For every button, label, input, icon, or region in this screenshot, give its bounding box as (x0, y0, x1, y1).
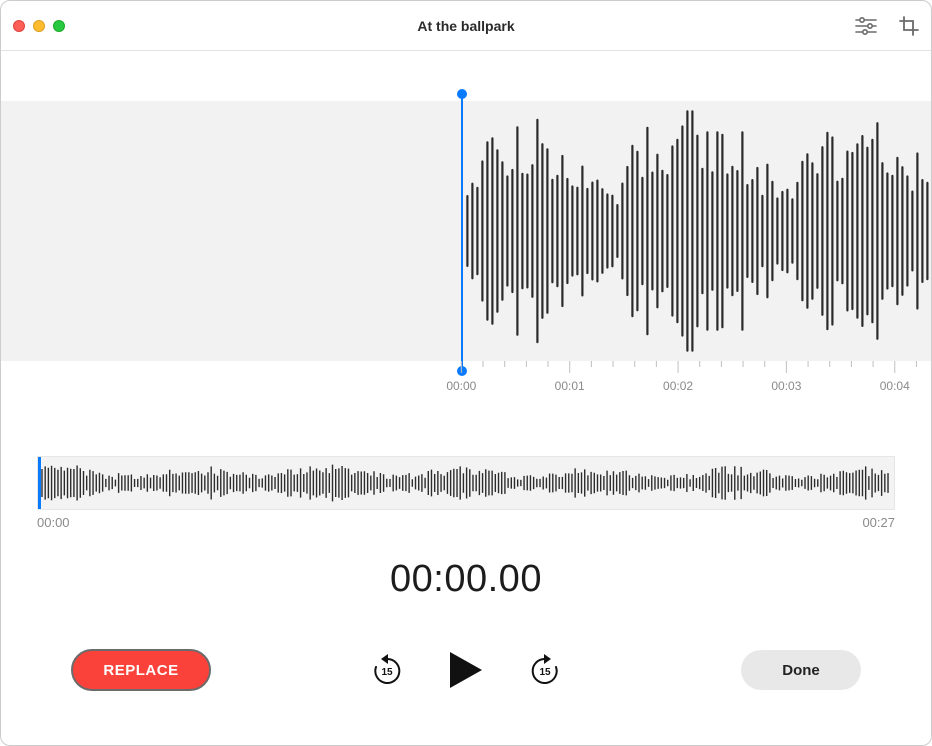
overview-area: 00:00 00:27 (1, 456, 931, 530)
ruler-label: 00:04 (880, 379, 910, 393)
overview-start-time: 00:00 (37, 515, 70, 530)
ruler-label: 00:00 (446, 379, 476, 393)
toolbar-right (855, 16, 919, 36)
replace-button[interactable]: REPLACE (71, 649, 211, 691)
skip-back-15-button[interactable]: 15 (370, 653, 404, 687)
close-window-button[interactable] (13, 20, 25, 32)
overview-time-labels: 00:00 00:27 (37, 515, 895, 530)
crop-icon[interactable] (899, 16, 919, 36)
overview-end-time: 00:27 (862, 515, 895, 530)
playhead[interactable] (461, 95, 463, 370)
ruler-label: 00:02 (663, 379, 693, 393)
minimize-window-button[interactable] (33, 20, 45, 32)
window-title: At the ballpark (1, 18, 931, 34)
app-window: At the ballpark (0, 0, 932, 746)
overview-waveform[interactable] (37, 456, 895, 510)
play-button[interactable] (444, 648, 488, 692)
skip-forward-15-button[interactable]: 15 (528, 653, 562, 687)
skip-back-label: 15 (381, 667, 393, 678)
editor-content: 00:00 00:01 00:02 00:03 00:04 00:00 00:27 00… (1, 51, 931, 745)
skip-forward-label: 15 (539, 667, 551, 678)
timecode-display: 00:00.00 (1, 558, 931, 601)
done-button[interactable]: Done (741, 650, 861, 690)
zoom-window-button[interactable] (53, 20, 65, 32)
ruler-label: 00:01 (555, 379, 585, 393)
transport-controls: REPLACE 15 15 (1, 635, 931, 745)
ruler-label: 00:03 (771, 379, 801, 393)
detail-waveform-area: 00:00 00:01 00:02 00:03 00:04 (1, 51, 931, 401)
time-ruler: 00:00 00:01 00:02 00:03 00:04 (1, 361, 931, 396)
titlebar: At the ballpark (1, 1, 931, 51)
overview-playhead[interactable] (38, 457, 41, 509)
settings-icon[interactable] (855, 17, 877, 35)
center-transport: 15 15 (370, 648, 562, 692)
window-controls (13, 20, 65, 32)
detail-waveform[interactable] (1, 101, 931, 361)
